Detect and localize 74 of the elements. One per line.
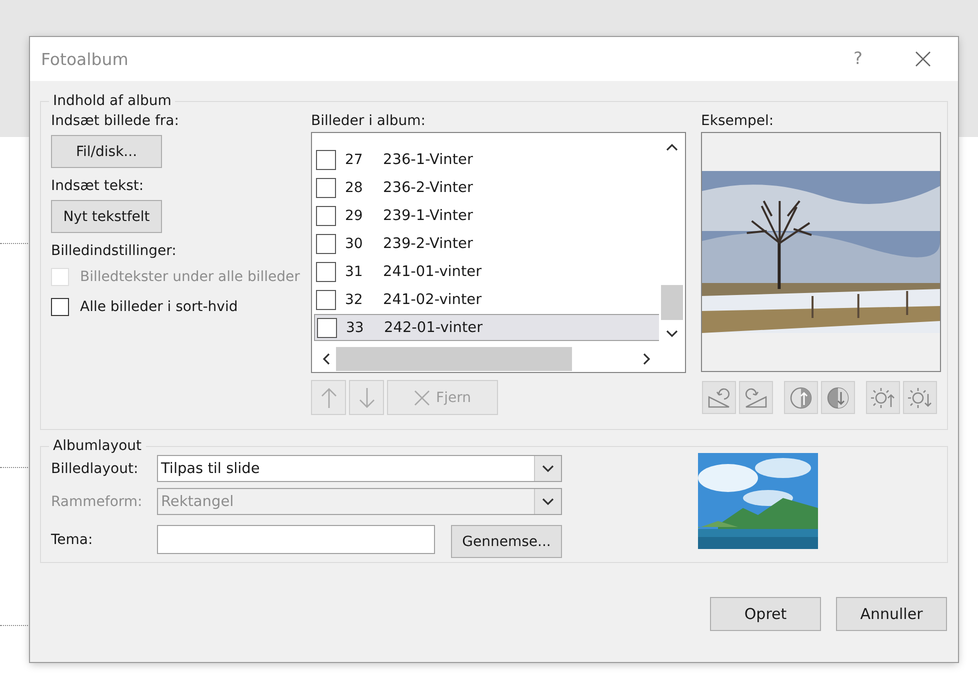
checkbox[interactable] bbox=[316, 178, 336, 198]
picture-number: 32 bbox=[345, 292, 364, 308]
scrollbar-thumb[interactable] bbox=[661, 285, 683, 320]
section-label: Billedindstillinger: bbox=[51, 243, 178, 259]
section-label: Indsæt tekst: bbox=[51, 178, 145, 194]
group-title: Albumlayout bbox=[52, 438, 143, 454]
chevron-down-icon bbox=[542, 498, 554, 506]
checkbox[interactable] bbox=[316, 206, 336, 226]
brightness-up-icon bbox=[870, 386, 896, 410]
dialog-button[interactable]: Annuller bbox=[836, 597, 947, 631]
checkbox[interactable] bbox=[316, 150, 336, 170]
dialog-button[interactable]: Opret bbox=[710, 597, 821, 631]
checkbox[interactable] bbox=[316, 262, 336, 282]
rotate-right-button[interactable] bbox=[739, 381, 773, 414]
picture-name: 239-2-Vinter bbox=[383, 236, 473, 252]
checkbox[interactable] bbox=[316, 234, 336, 254]
checkbox-label: Alle billeder i sort-hvid bbox=[80, 299, 238, 315]
push-button[interactable]: Nyt tekstfelt bbox=[51, 200, 162, 233]
checkbox[interactable] bbox=[317, 318, 337, 338]
chevron-left-icon bbox=[322, 353, 330, 365]
window-title: Fotoalbum bbox=[41, 50, 130, 68]
preview-label: Eksempel: bbox=[701, 113, 775, 129]
contrast-down-button[interactable] bbox=[821, 381, 855, 414]
picture-name: 236-2-Vinter bbox=[383, 180, 473, 196]
picture-name: 239-1-Vinter bbox=[383, 208, 473, 224]
list-item[interactable]: 31 241-01-vinter bbox=[314, 258, 659, 286]
text-field[interactable] bbox=[157, 525, 435, 554]
checkbox[interactable] bbox=[51, 298, 69, 316]
chevron-down-icon bbox=[542, 464, 554, 472]
brightness-down-button[interactable] bbox=[903, 381, 937, 414]
picture-number: 28 bbox=[345, 180, 364, 196]
dropdown[interactable]: Tilpas til slide bbox=[157, 455, 562, 482]
list-item[interactable]: 28 236-2-Vinter bbox=[314, 174, 659, 202]
picture-name: 242-01-vinter bbox=[384, 320, 483, 336]
contrast-up-icon bbox=[789, 386, 813, 410]
rotate-left-icon bbox=[707, 386, 731, 408]
list-item[interactable]: 33 242-01-vinter bbox=[314, 314, 659, 341]
scrollbar-thumb[interactable] bbox=[336, 347, 572, 371]
list-item[interactable]: 29 239-1-Vinter bbox=[314, 202, 659, 230]
checkbox-label: Billedtekster under alle billeder bbox=[80, 269, 300, 285]
list-item[interactable]: 30 239-2-Vinter bbox=[314, 230, 659, 258]
picture-number: 27 bbox=[345, 152, 364, 168]
list-item[interactable]: 32 241-02-vinter bbox=[314, 286, 659, 314]
list-label: Billeder i album: bbox=[311, 113, 427, 129]
picture-name: 241-02-vinter bbox=[383, 292, 482, 308]
chevron-up-icon bbox=[666, 143, 678, 151]
brightness-down-icon bbox=[907, 386, 933, 410]
picture-name: 236-1-Vinter bbox=[383, 152, 473, 168]
picture-number: 31 bbox=[345, 264, 364, 280]
rotate-left-button[interactable] bbox=[702, 381, 736, 414]
picture-number: 30 bbox=[345, 236, 364, 252]
picture-number: 29 bbox=[345, 208, 364, 224]
checkbox[interactable] bbox=[316, 290, 336, 310]
picture-name: 241-01-vinter bbox=[383, 264, 482, 280]
contrast-down-icon bbox=[826, 386, 850, 410]
up-arrow-icon bbox=[320, 386, 336, 408]
close-icon[interactable] bbox=[915, 51, 931, 67]
help-button[interactable]: ? bbox=[828, 49, 888, 69]
chevron-right-icon bbox=[643, 353, 651, 365]
field-label: Rammeform: bbox=[51, 494, 144, 510]
push-button[interactable]: Gennemse... bbox=[451, 525, 562, 558]
list-item[interactable]: 27 236-1-Vinter bbox=[314, 146, 659, 174]
chevron-down-icon bbox=[666, 330, 678, 338]
down-arrow-icon bbox=[358, 386, 374, 408]
picture-number: 33 bbox=[346, 320, 365, 336]
contrast-up-button[interactable] bbox=[784, 381, 818, 414]
push-button[interactable]: Fil/disk... bbox=[51, 135, 162, 168]
group-title: Indhold af album bbox=[52, 93, 172, 109]
rotate-right-icon bbox=[744, 386, 768, 408]
x-icon bbox=[414, 390, 430, 406]
field-label: Billedlayout: bbox=[51, 460, 140, 476]
field-label: Tema: bbox=[51, 532, 94, 548]
section-label: Indsæt billede fra: bbox=[51, 113, 180, 129]
brightness-up-button[interactable] bbox=[866, 381, 900, 414]
